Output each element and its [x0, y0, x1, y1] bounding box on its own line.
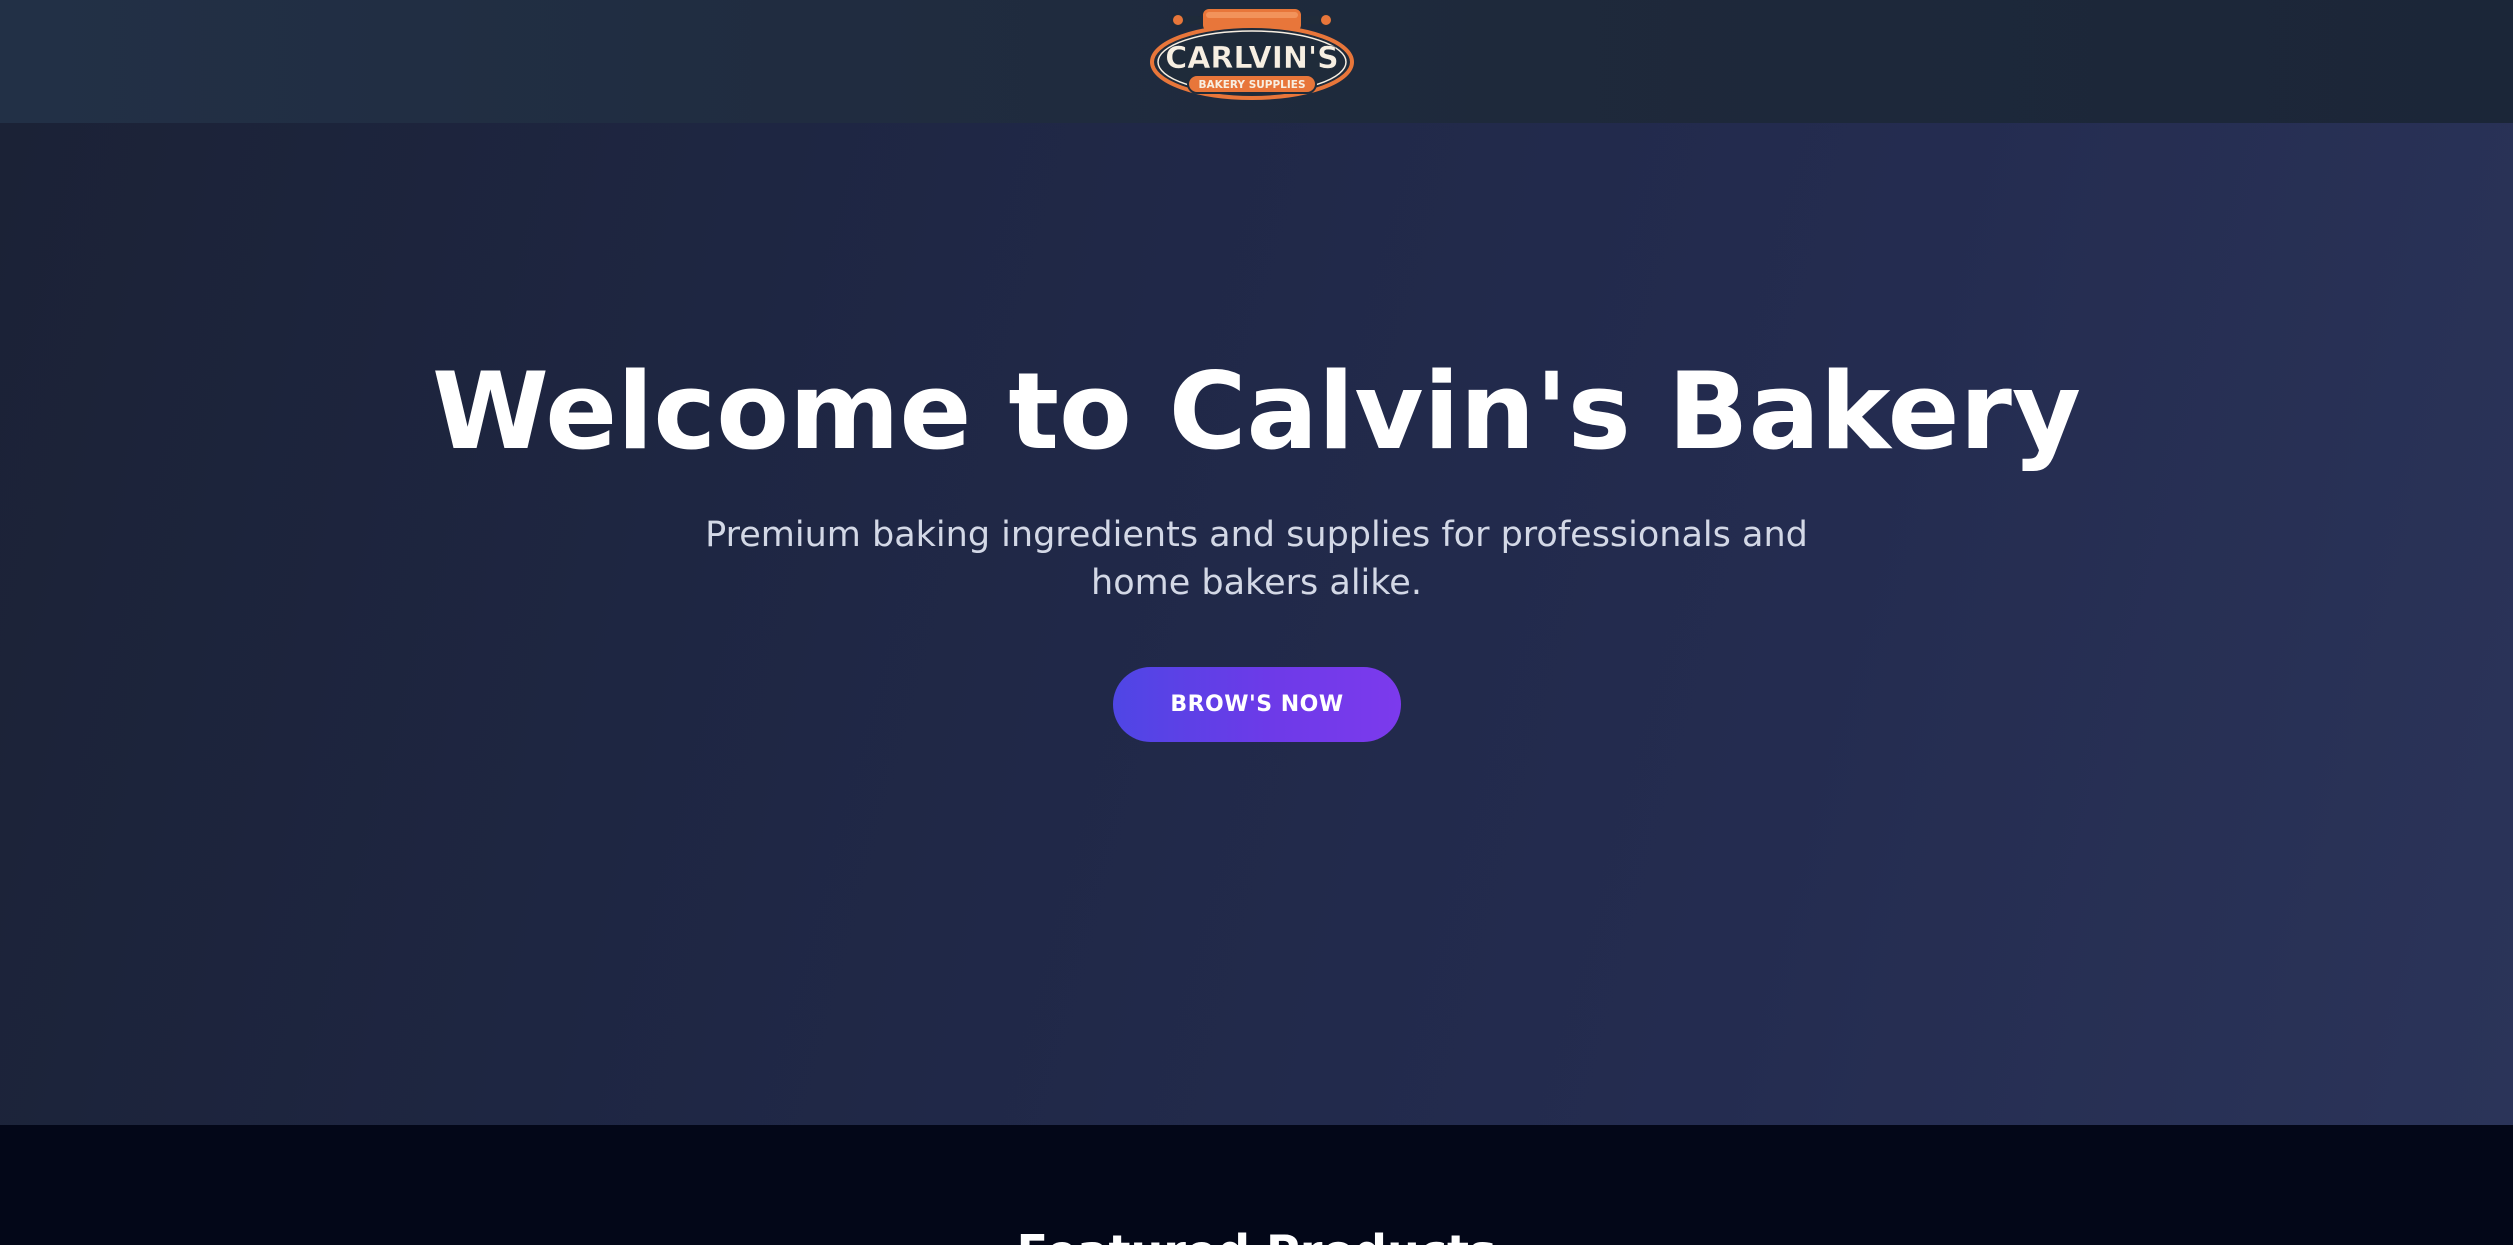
hero-subtitle: Premium baking ingredients and supplies … [705, 515, 1808, 603]
hero-section: Welcome to Calvin's Bakery Premium bakin… [0, 123, 2513, 1125]
featured-products-section: Featured Products [0, 1125, 2513, 1245]
featured-products-heading: Featured Products [0, 1225, 2513, 1245]
logo-tagline: BAKERY SUPPLIES [1198, 79, 1305, 91]
site-header: CARLVIN'S BAKERY SUPPLIES [0, 0, 2513, 123]
browse-now-button[interactable]: BROW'S NOW [1113, 667, 1401, 742]
logo-name: CARLVIN'S [1165, 41, 1339, 76]
hero-title: Welcome to Calvin's Bakery [432, 350, 2081, 473]
carlvins-logo[interactable]: CARLVIN'S BAKERY SUPPLIES [1146, 6, 1358, 102]
